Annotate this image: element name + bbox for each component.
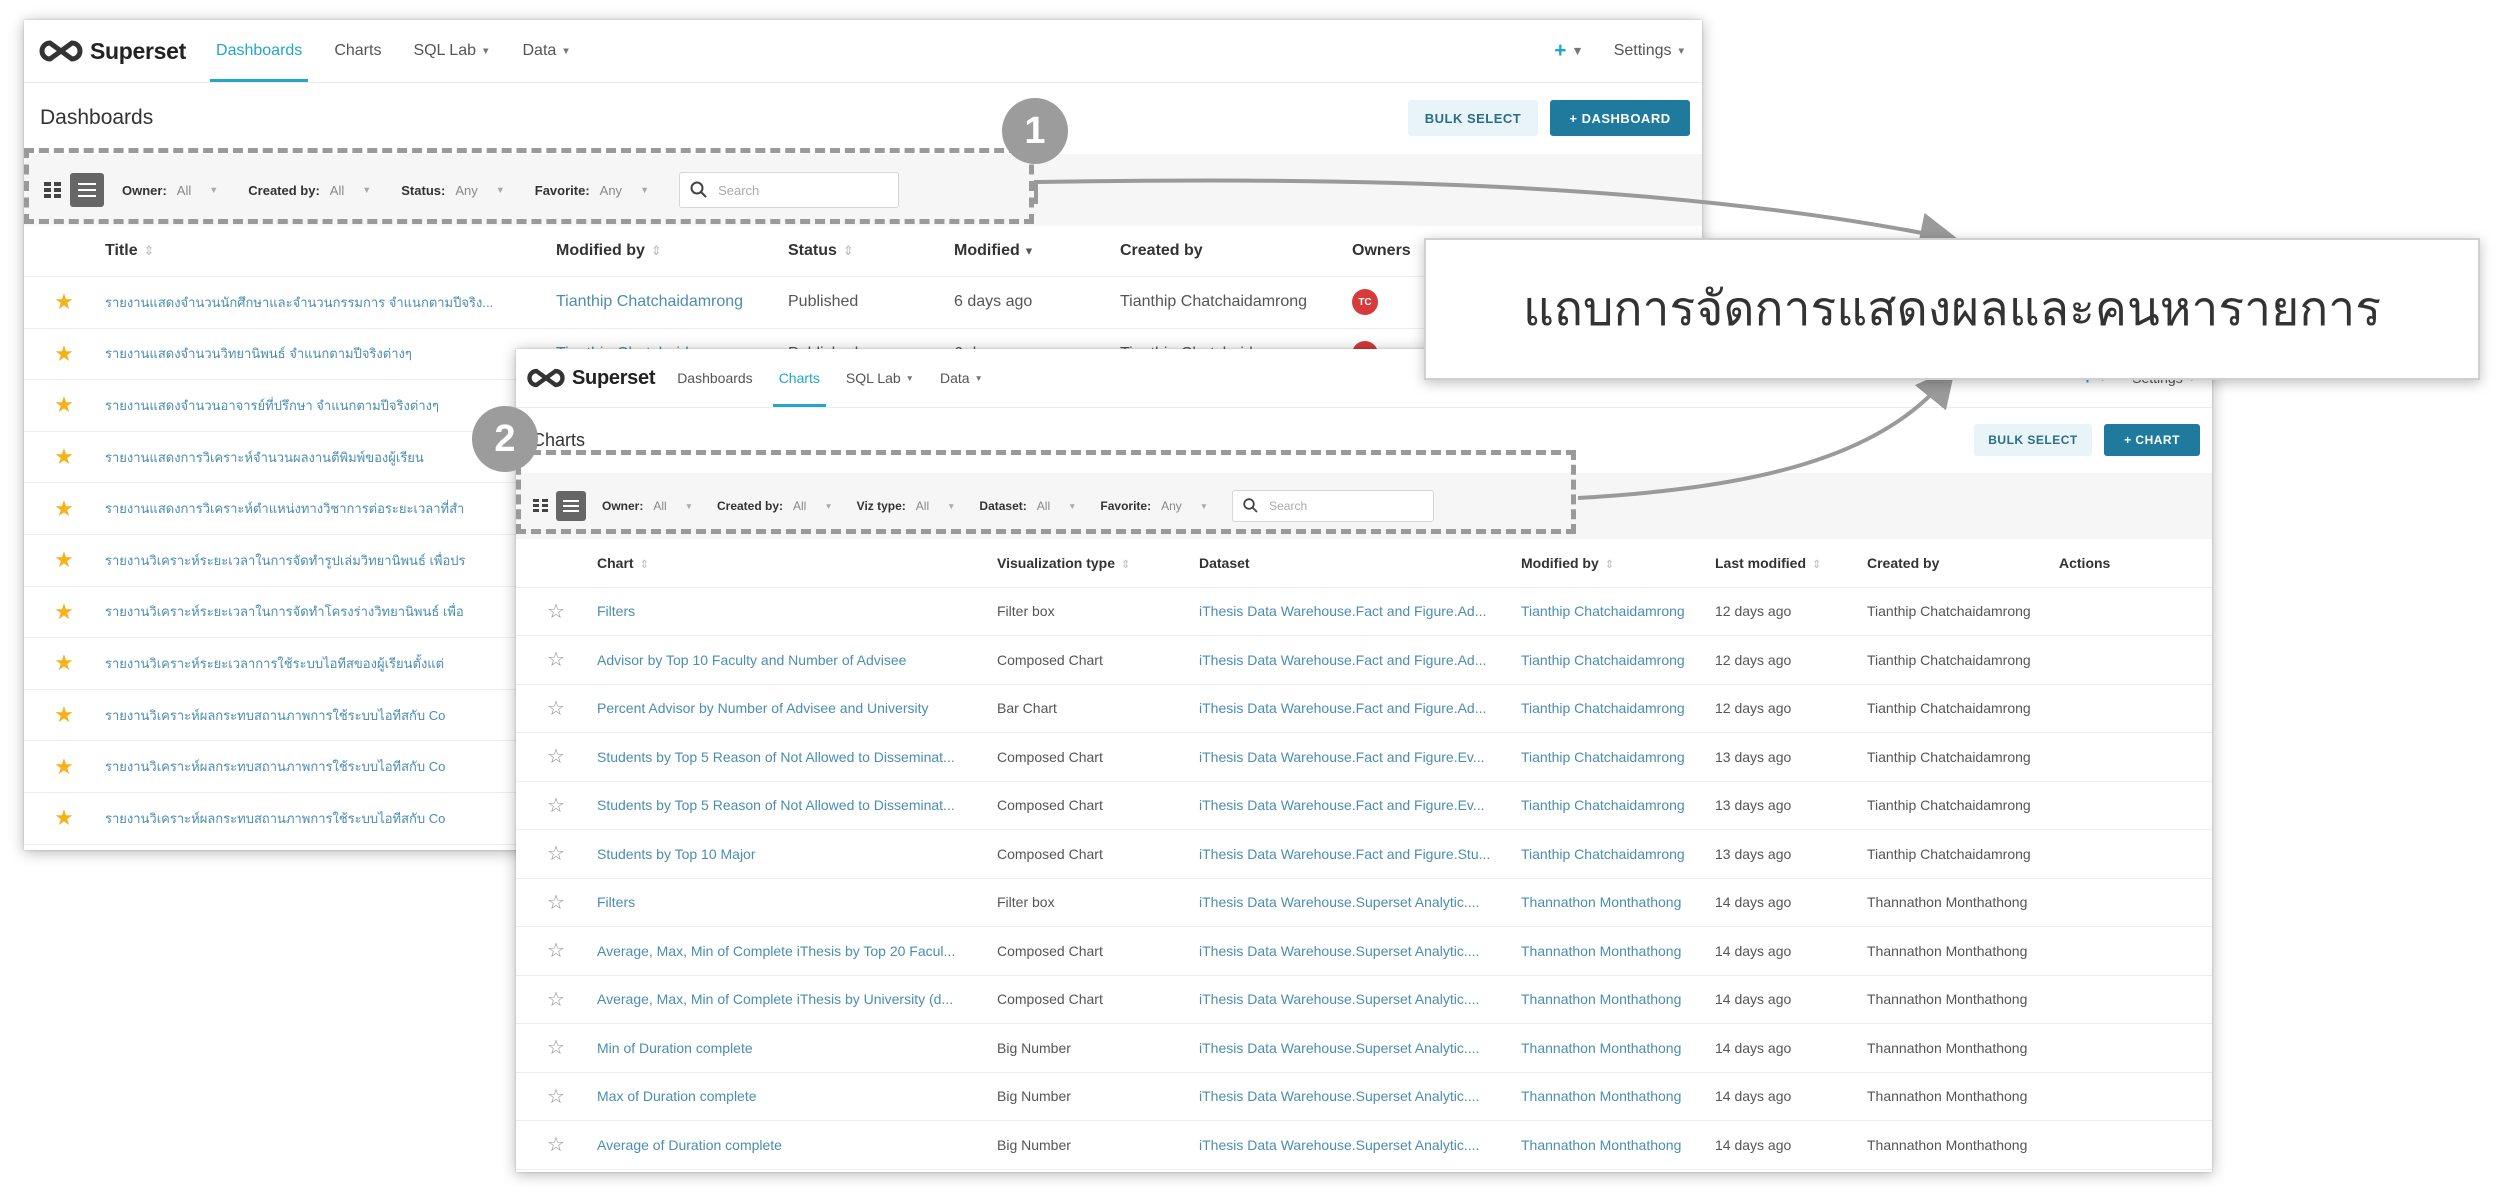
arrow-2 xyxy=(1577,366,1956,500)
annotation-text: แถบการจัดการแสดงผลและคนหารายการ xyxy=(1522,281,2382,337)
arrow-1 xyxy=(1034,178,1960,253)
callout-arrows xyxy=(1034,178,1960,500)
annotation-box: แถบการจัดการแสดงผลและคนหารายการ xyxy=(1424,238,2480,380)
